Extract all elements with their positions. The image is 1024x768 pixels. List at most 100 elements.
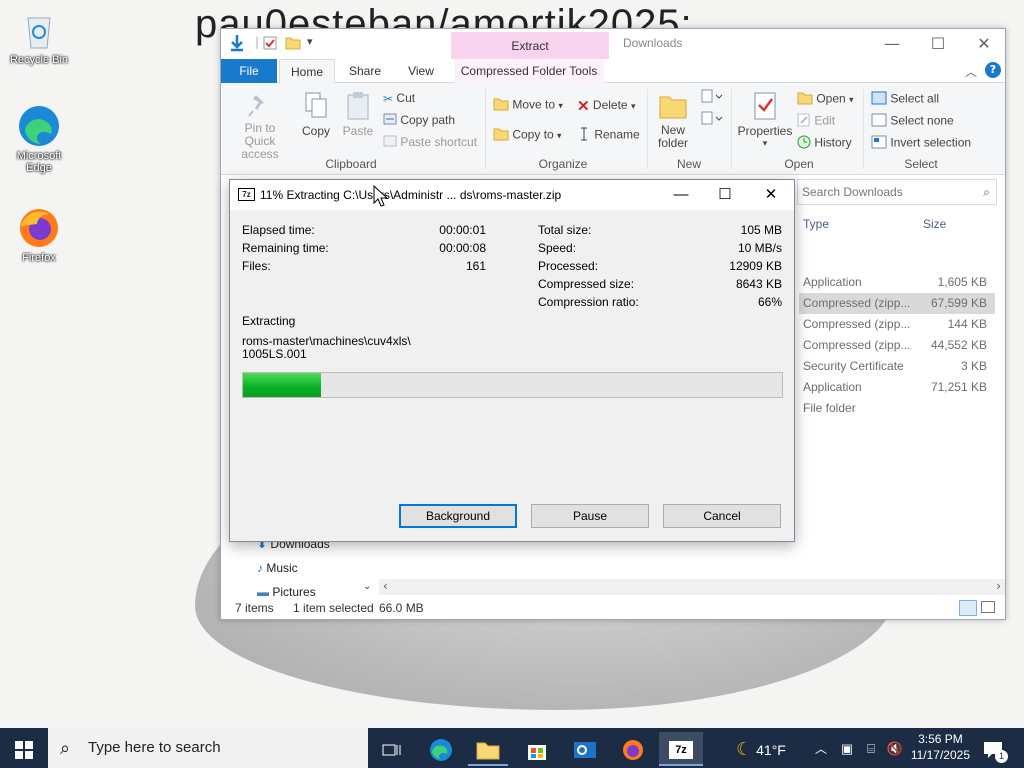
background-button[interactable]: Background [399, 504, 517, 528]
select-all-button[interactable]: Select all [871, 91, 939, 108]
open-button[interactable]: Open ▾ [797, 91, 854, 108]
details-view-icon[interactable] [959, 600, 977, 616]
pin-to-quick-access-button[interactable]: Pin to Quick access [229, 91, 291, 161]
cut-button[interactable]: ✂ Cut [383, 91, 415, 106]
desktop-icon-edge[interactable]: Microsoft Edge [4, 104, 74, 174]
copy-path-button[interactable]: Copy path [383, 113, 455, 128]
delete-button[interactable]: ✕ Delete ▾ [577, 97, 635, 115]
network-icon[interactable]: ⌸ [860, 732, 882, 766]
file-row-selected[interactable]: Compressed (zipp... 67,599 KB [799, 293, 995, 314]
search-input[interactable]: Search Downloads ⌕ [797, 179, 997, 205]
file-row[interactable]: Security Certificate 3 KB [799, 356, 995, 377]
tab-file[interactable]: File [221, 59, 277, 83]
pin-icon [229, 91, 291, 122]
select-none-icon [871, 113, 887, 130]
help-icon[interactable]: ? [985, 62, 1001, 78]
taskbar-store[interactable] [517, 732, 557, 766]
file-row[interactable]: Compressed (zipp... 144 KB [799, 314, 995, 335]
file-row[interactable]: File folder [799, 398, 995, 419]
scissors-icon: ✂ [383, 91, 394, 106]
taskbar-firefox[interactable] [613, 732, 653, 766]
pause-button[interactable]: Pause [531, 504, 649, 528]
cancel-button[interactable]: Cancel [663, 504, 781, 528]
status-selection: 1 item selected [293, 601, 374, 615]
close-button[interactable]: ✕ [961, 29, 1007, 59]
edit-button[interactable]: Edit [797, 113, 835, 130]
scroll-left-icon[interactable]: ‹ [383, 579, 388, 593]
new-folder-button[interactable]: New folder [653, 91, 693, 150]
taskbar-search-box[interactable]: ⌕ Type here to search [48, 728, 368, 768]
invert-selection-button[interactable]: Invert selection [871, 135, 971, 152]
taskbar-file-explorer[interactable] [468, 732, 508, 766]
column-header-size[interactable]: Size [923, 217, 946, 231]
paste-button[interactable]: Paste [341, 91, 375, 138]
paste-shortcut-button[interactable]: Paste shortcut [383, 135, 477, 150]
copy-to-button[interactable]: Copy to ▾ [493, 127, 562, 144]
moon-icon: ☾ [736, 739, 753, 759]
new-folder-qat-icon[interactable] [285, 36, 301, 53]
select-none-button[interactable]: Select none [871, 113, 954, 130]
new-item-button[interactable] [701, 89, 723, 106]
tab-share[interactable]: Share [339, 59, 391, 83]
tab-view[interactable]: View [395, 59, 447, 83]
customize-qat-icon[interactable]: ▾ [307, 35, 313, 48]
new-folder-icon [653, 91, 693, 124]
chevron-down-icon: ▾ [558, 100, 563, 111]
down-arrow-icon[interactable] [229, 34, 245, 55]
column-header-type[interactable]: Type [803, 217, 829, 231]
properties-qat-icon[interactable] [263, 36, 277, 53]
task-view-button[interactable] [372, 732, 412, 766]
maximize-button[interactable]: ☐ [915, 29, 961, 59]
minimize-button[interactable]: — [869, 29, 915, 59]
easy-access-button[interactable] [701, 111, 723, 128]
volume-muted-icon[interactable]: 🔇 [884, 732, 906, 766]
dialog-close-button[interactable]: ✕ [748, 180, 794, 210]
easy-access-icon [701, 111, 723, 128]
desktop-icon-firefox[interactable]: Firefox [4, 206, 74, 264]
horizontal-scrollbar[interactable]: ‹ › [379, 579, 1005, 595]
chevron-down-icon: ▾ [849, 94, 854, 105]
show-hidden-icons-button[interactable]: ︿ [808, 732, 834, 766]
collapse-ribbon-icon[interactable]: ︿ [965, 63, 977, 80]
large-icons-view-icon[interactable] [981, 601, 995, 613]
properties-button[interactable]: Properties ▾ [737, 91, 793, 149]
file-row[interactable]: Compressed (zipp... 44,552 KB [799, 335, 995, 356]
tab-compressed-folder-tools[interactable]: Compressed Folder Tools [454, 59, 604, 83]
files-label: Files: [242, 259, 271, 273]
total-size-value: 105 MB [740, 223, 782, 237]
system-clock[interactable]: 3:56 PM 11/17/2025 [911, 731, 970, 763]
weather-widget[interactable]: ☾ 41°F [726, 732, 796, 766]
nav-item-music[interactable]: ♪ Music [257, 561, 298, 575]
nav-scroll-down-icon[interactable]: ⌄ [363, 581, 371, 592]
dialog-title: 11% Extracting C:\Users\Administr ... ds… [260, 188, 562, 202]
group-label-clipboard: Clipboard [325, 157, 377, 171]
desktop-icon-recycle-bin[interactable]: Recycle Bin [4, 8, 74, 66]
meet-now-icon[interactable]: ▣ [836, 732, 858, 766]
mail-icon [574, 742, 596, 759]
history-button[interactable]: History [797, 135, 852, 152]
dialog-minimize-button[interactable]: — [658, 180, 704, 210]
taskbar-edge[interactable] [421, 732, 461, 766]
progress-bar [242, 372, 783, 398]
dialog-maximize-button[interactable]: ☐ [702, 180, 748, 210]
rename-button[interactable]: Rename [577, 127, 640, 144]
taskbar-7zip[interactable]: 7z [659, 732, 703, 766]
group-label-new: New [676, 157, 701, 171]
select-all-icon [871, 91, 887, 108]
move-to-button[interactable]: Move to ▾ [493, 97, 563, 114]
taskbar-outlook[interactable] [565, 732, 605, 766]
status-bar: 7 items 1 item selected 66.0 MB [221, 597, 1005, 619]
task-view-icon [382, 744, 401, 756]
start-button[interactable] [4, 732, 44, 766]
elapsed-time-label: Elapsed time: [242, 223, 315, 237]
copy-button[interactable]: Copy [299, 91, 333, 138]
compression-ratio-label: Compression ratio: [538, 295, 639, 309]
folder-icon [476, 742, 500, 760]
scroll-right-icon[interactable]: › [996, 579, 1001, 593]
dialog-title-bar: 7z 11% Extracting C:\Users\Administr ...… [230, 180, 794, 210]
file-row[interactable]: Application 71,251 KB [799, 377, 995, 398]
notification-center-button[interactable]: 1 [978, 732, 1008, 766]
search-icon: ⌕ [60, 738, 71, 758]
tab-home[interactable]: Home [279, 59, 335, 84]
file-row[interactable]: Application 1,605 KB [799, 272, 995, 293]
